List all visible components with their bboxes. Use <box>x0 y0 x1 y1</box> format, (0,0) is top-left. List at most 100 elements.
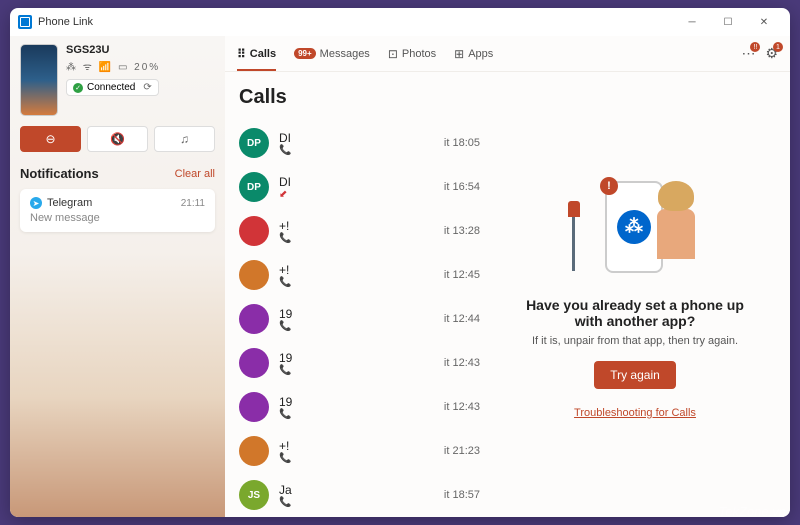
call-info: 19📞 <box>279 351 434 376</box>
apps-icon: ⊞ <box>454 47 464 61</box>
titlebar: Phone Link ─ ☐ ✕ <box>10 8 790 36</box>
call-row[interactable]: +!📞 it 13:28 <box>239 209 480 253</box>
notification-card[interactable]: ➤ Telegram 21:11 New message <box>20 189 215 232</box>
call-row[interactable]: 19📞it 12:43 <box>239 385 480 429</box>
tab-apps[interactable]: ⊞ Apps <box>454 36 493 71</box>
setup-illustration: ! ⁂ <box>560 171 710 281</box>
call-info: +!📞 <box>279 263 434 288</box>
messages-badge: 99+ <box>294 48 316 59</box>
refresh-icon[interactable]: ⟳ <box>143 82 151 93</box>
bluetooth-icon: ⁂ <box>66 62 78 73</box>
calls-list[interactable]: DPDI📞it 18:05DPDI⬋it 16:54+!📞it 13:28+!📞… <box>239 121 480 517</box>
tab-messages-label: Messages <box>320 48 370 60</box>
call-time: it 13:28 <box>444 225 480 237</box>
tab-messages[interactable]: 99+ Messages <box>294 36 370 71</box>
call-type-icon: 📞 <box>279 409 434 420</box>
call-name: 19 <box>279 351 434 365</box>
try-again-button[interactable]: Try again <box>594 361 676 389</box>
prompt-title: Have you already set a phone up with ano… <box>525 297 745 329</box>
device-section: SGS23U ⁂ ᯤ 📶 ▭ 20% ✓ Connected ⟳ <box>20 44 215 116</box>
call-type-icon: 📞 <box>279 321 434 332</box>
dialpad-icon: ⠿ <box>237 47 246 61</box>
photo-icon: ⊡ <box>388 47 398 61</box>
call-name: +! <box>279 219 434 233</box>
notification-header-row: ➤ Telegram 21:11 <box>30 197 205 209</box>
call-info: 19📞 <box>279 395 434 420</box>
signal-icon: 📶 <box>99 62 113 73</box>
avatar <box>239 216 269 246</box>
avatar <box>239 436 269 466</box>
sidebar: SGS23U ⁂ ᯤ 📶 ▭ 20% ✓ Connected ⟳ <box>10 36 225 517</box>
call-row[interactable]: 19📞 it 12:44 <box>239 297 480 341</box>
close-button[interactable]: ✕ <box>746 8 782 36</box>
tab-apps-label: Apps <box>468 48 493 60</box>
telegram-icon: ➤ <box>30 197 42 209</box>
call-time: it 12:45 <box>444 269 480 281</box>
content-area: Calls DPDI📞it 18:05DPDI⬋it 16:54+!📞it 13… <box>225 72 790 517</box>
app-window: Phone Link ─ ☐ ✕ SGS23U ⁂ ᯤ 📶 ▭ 20% <box>10 8 790 517</box>
troubleshooting-link[interactable]: Troubleshooting for Calls <box>574 407 696 419</box>
call-info: DI📞 <box>279 131 434 156</box>
call-row[interactable]: +!📞it 21:23 <box>239 429 480 473</box>
bluetooth-icon: ⁂ <box>617 210 651 244</box>
call-name: 19 <box>279 307 434 321</box>
avatar: DP <box>239 128 269 158</box>
call-type-icon: 📞 <box>279 497 434 508</box>
maximize-button[interactable]: ☐ <box>710 8 746 36</box>
person-graphic <box>652 183 700 273</box>
alert-icon: ! <box>600 177 618 195</box>
call-row[interactable]: +!📞 it 12:45 <box>239 253 480 297</box>
prompt-subtitle: If it is, unpair from that app, then try… <box>532 335 738 347</box>
call-type-icon: 📞 <box>279 233 434 244</box>
watermark: TekZone.vn <box>719 504 786 519</box>
avatar <box>239 304 269 334</box>
tab-photos[interactable]: ⊡ Photos <box>388 36 436 71</box>
call-type-icon: 📞 <box>279 365 434 376</box>
call-row[interactable]: JSJa📞it 18:57 <box>239 473 480 517</box>
lamp-icon <box>566 201 582 271</box>
connection-status[interactable]: ✓ Connected ⟳ <box>66 79 159 96</box>
notifications-title: Notifications <box>20 166 99 181</box>
call-name: +! <box>279 263 434 277</box>
avatar <box>239 392 269 422</box>
call-time: it 12:43 <box>444 357 480 369</box>
call-info: 19📞 <box>279 307 434 332</box>
device-info: SGS23U ⁂ ᯤ 📶 ▭ 20% ✓ Connected ⟳ <box>66 44 215 116</box>
music-button[interactable]: ♫ <box>154 126 215 152</box>
minimize-button[interactable]: ─ <box>674 8 710 36</box>
phone-thumbnail[interactable] <box>20 44 58 116</box>
call-info: DI⬋ <box>279 175 434 200</box>
more-button[interactable]: ⋯ !! <box>741 45 755 62</box>
prompt-panel: ! ⁂ Have you already set a phone up with… <box>480 72 790 517</box>
clear-all-link[interactable]: Clear all <box>175 168 215 180</box>
call-time: it 16:54 <box>444 181 480 193</box>
call-name: DI <box>279 131 434 145</box>
window-title: Phone Link <box>38 16 93 28</box>
call-type-icon: 📞 <box>279 453 434 464</box>
call-name: 19 <box>279 395 434 409</box>
dnd-button[interactable]: ⊖ <box>20 126 81 152</box>
app-body: SGS23U ⁂ ᯤ 📶 ▭ 20% ✓ Connected ⟳ <box>10 36 790 517</box>
settings-button[interactable]: ⚙ 1 <box>765 45 778 62</box>
call-row[interactable]: 19📞 it 12:43 <box>239 341 480 385</box>
call-time: it 21:23 <box>444 445 480 457</box>
calls-column: Calls DPDI📞it 18:05DPDI⬋it 16:54+!📞it 13… <box>225 72 480 517</box>
call-type-icon: ⬋ <box>279 189 434 200</box>
notification-message: New message <box>30 212 205 224</box>
notification-app: Telegram <box>47 197 92 209</box>
call-time: it 12:44 <box>444 313 480 325</box>
main-panel: ⠿ Calls 99+ Messages ⊡ Photos ⊞ Apps ⋯ <box>225 36 790 517</box>
tab-calls[interactable]: ⠿ Calls <box>237 36 276 71</box>
action-row: ⊖ 🔇 ♫ <box>20 126 215 152</box>
mute-button[interactable]: 🔇 <box>87 126 148 152</box>
battery-icon: ▭ <box>118 62 129 73</box>
call-row[interactable]: DP DI⬋ it 16:54 <box>239 165 480 209</box>
call-info: Ja📞 <box>279 483 434 508</box>
call-row[interactable]: DPDI📞it 18:05 <box>239 121 480 165</box>
call-type-icon: 📞 <box>279 277 434 288</box>
avatar: DP <box>239 172 269 202</box>
avatar <box>239 348 269 378</box>
notifications-header: Notifications Clear all <box>20 166 215 181</box>
check-icon: ✓ <box>73 83 83 93</box>
battery-percent: 20% <box>134 62 160 73</box>
